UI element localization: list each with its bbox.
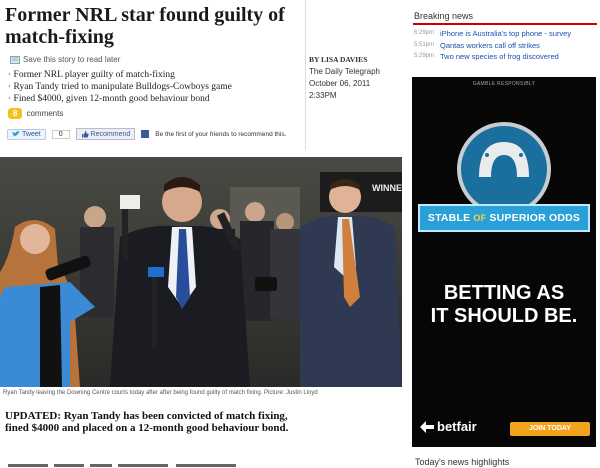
tweet-count: 0 (51, 129, 70, 139)
recommend-label: Recommend (90, 130, 131, 138)
save-story-label: Save this story to read later (23, 55, 121, 64)
column-divider (305, 0, 306, 150)
breaking-news-time: 5:29pm (414, 53, 435, 59)
byline-outlet: The Daily Telegraph (309, 67, 381, 76)
betfair-arrow-icon (420, 420, 434, 433)
stable-text-pre: STABLE (427, 212, 474, 224)
breaking-news-time: 5:51pm (414, 41, 435, 48)
article-title: Former NRL star found guilty of match-fi… (5, 4, 285, 48)
stable-banner: STABLE OF SUPERIOR ODDS (418, 204, 590, 232)
summary-bullet: Ryan Tandy tried to manipulate Bulldogs-… (8, 81, 232, 93)
horseshoe-logo-icon (457, 122, 551, 216)
stable-text-of: OF (473, 213, 487, 223)
ad-slogan-line2: IT SHOULD BE. (430, 305, 578, 327)
photo-illustration: WINNER (0, 157, 402, 387)
summary-bullet: Former NRL player guilty of match-fixing (8, 69, 232, 81)
breaking-news-headline[interactable]: Two new species of frog discovered (440, 51, 559, 63)
todays-highlights-title: Today's news highlights (415, 457, 510, 467)
betfair-brand: betfair (420, 419, 477, 434)
breaking-news-headline[interactable]: iPhone is Australia's top phone - survey (440, 28, 571, 40)
cut-off-text-line (8, 464, 236, 467)
recommend-button[interactable]: Recommend (75, 128, 136, 140)
byline: BY LISA DAVIES The Daily Telegraph Octob… (309, 54, 380, 102)
breaking-news-rule (413, 23, 597, 25)
facebook-social-text: Be the first of your friends to recommen… (155, 130, 287, 138)
article-column: Former NRL star found guilty of match-fi… (0, 0, 404, 468)
betfair-wordmark: betfair (437, 419, 477, 434)
twitter-bird-icon (12, 130, 20, 136)
facebook-icon (141, 130, 150, 138)
byline-author: BY LISA DAVIES (309, 55, 368, 64)
bookmark-icon (10, 55, 20, 64)
article-photo[interactable]: WINNER (0, 157, 402, 387)
breaking-news-headline[interactable]: Qantas workers call off strikes (440, 40, 540, 52)
summary-bullet: Fined $4000, given 12-month good behavio… (8, 93, 232, 105)
save-story-link[interactable]: Save this story to read later (10, 55, 120, 64)
tweet-button[interactable]: Tweet (7, 128, 46, 140)
breaking-news-item[interactable]: 5:29pm Two new species of frog discovere… (414, 51, 571, 63)
photo-caption: Ryan Tandy leaving the Downing Centre co… (3, 390, 318, 396)
betfair-ad[interactable]: GAMBLE RESPONSIBLY STABLE OF SUPERIOR OD… (412, 77, 596, 447)
article-lead: UPDATED: Ryan Tandy has been convicted o… (5, 410, 289, 434)
photo-sign-text: WINNER (372, 183, 402, 193)
breaking-news-list: 6:29pm iPhone is Australia's top phone -… (414, 28, 571, 63)
summary-bullets: Former NRL player guilty of match-fixing… (8, 69, 232, 105)
comment-count-badge: 8 (8, 108, 23, 119)
breaking-news-title: Breaking news (414, 11, 474, 21)
ad-slogan-line1: BETTING AS (443, 282, 565, 304)
comments-link[interactable]: 8 comments (8, 108, 63, 119)
thumbs-up-icon (81, 131, 89, 138)
join-today-button[interactable]: JOIN TODAY (510, 422, 590, 436)
comments-label: comments (26, 109, 64, 118)
social-bar: Tweet 0 Recommend Be the first of your f… (7, 128, 286, 140)
gamble-responsibly-text: GAMBLE RESPONSIBLY (472, 81, 536, 87)
breaking-news-item[interactable]: 6:29pm iPhone is Australia's top phone -… (414, 28, 571, 40)
byline-time: 2:33PM (309, 91, 337, 100)
tweet-label: Tweet (22, 130, 41, 138)
ad-slogan: BETTING AS IT SHOULD BE. (412, 282, 596, 328)
breaking-news-time: 6:29pm (414, 30, 435, 36)
breaking-news-item[interactable]: 5:51pm Qantas workers call off strikes (414, 40, 571, 52)
byline-date: October 06, 2011 (309, 79, 371, 88)
stable-text-post: SUPERIOR ODDS (486, 212, 581, 224)
